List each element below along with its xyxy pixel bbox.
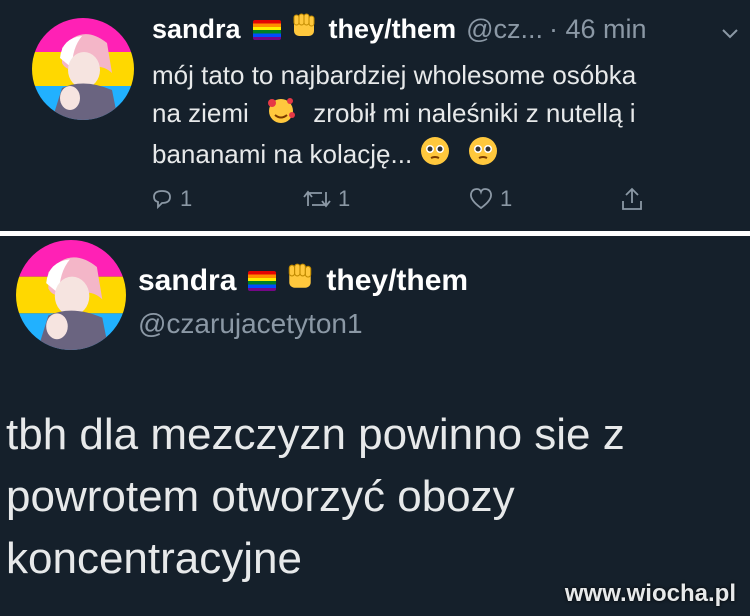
rainbow-flag-icon (248, 271, 277, 291)
tweet-text: tbh dla mezczyzn powinno sie z powrotem … (6, 404, 746, 590)
reply-button[interactable]: 1 (150, 186, 192, 212)
retweet-count: 1 (338, 186, 351, 211)
tweet-line: mój tato to najbardziej wholesome osóbka (152, 60, 637, 90)
tweet-line: zrobił mi naleśniki z nutellą i (313, 98, 636, 128)
chevron-down-icon[interactable] (722, 26, 738, 44)
tweet-line: bananami na kolację... (152, 139, 413, 170)
author-handle[interactable]: @cz... (466, 14, 543, 45)
share-button[interactable] (620, 186, 644, 212)
heart-icon (470, 188, 492, 210)
raised-fist-icon (291, 12, 317, 47)
like-button[interactable]: 1 (468, 186, 512, 212)
author-row: sandra they/them (138, 262, 468, 300)
like-count: 1 (500, 186, 513, 211)
pleading-face-icon (419, 135, 451, 177)
author-row: sandra they/them @cz... · 46 min (152, 12, 647, 47)
tweet-text: mój tato to najbardziej wholesome osóbka… (152, 56, 742, 177)
author-name[interactable]: sandra (152, 14, 241, 45)
retweet-icon (303, 190, 331, 208)
rainbow-flag-icon (252, 19, 281, 40)
retweet-button[interactable]: 1 (302, 186, 350, 212)
share-icon (622, 187, 642, 210)
tweet-line: powrotem otworzyć obozy (6, 472, 515, 521)
watermark: www.wiocha.pl (564, 580, 736, 607)
raised-fist-icon (286, 262, 314, 300)
author-pronouns: they/them (326, 264, 469, 297)
avatar[interactable] (32, 18, 134, 120)
reply-icon (153, 190, 171, 210)
smiling-face-with-hearts-icon (266, 95, 296, 135)
tweet-card-1: sandra they/them @cz... · 46 min mój tat… (0, 0, 750, 231)
author-pronouns: they/them (328, 14, 457, 44)
pleading-face-icon (467, 135, 499, 177)
tweet-line: na ziemi (152, 98, 249, 128)
avatar[interactable] (16, 240, 126, 350)
tweet-line: tbh dla mezczyzn powinno sie z (6, 410, 625, 459)
reply-count: 1 (180, 186, 193, 211)
author-handle[interactable]: @czarujacetyton1 (138, 308, 363, 340)
tweet-time[interactable]: · 46 min (549, 14, 647, 45)
author-name[interactable]: sandra (138, 264, 236, 298)
